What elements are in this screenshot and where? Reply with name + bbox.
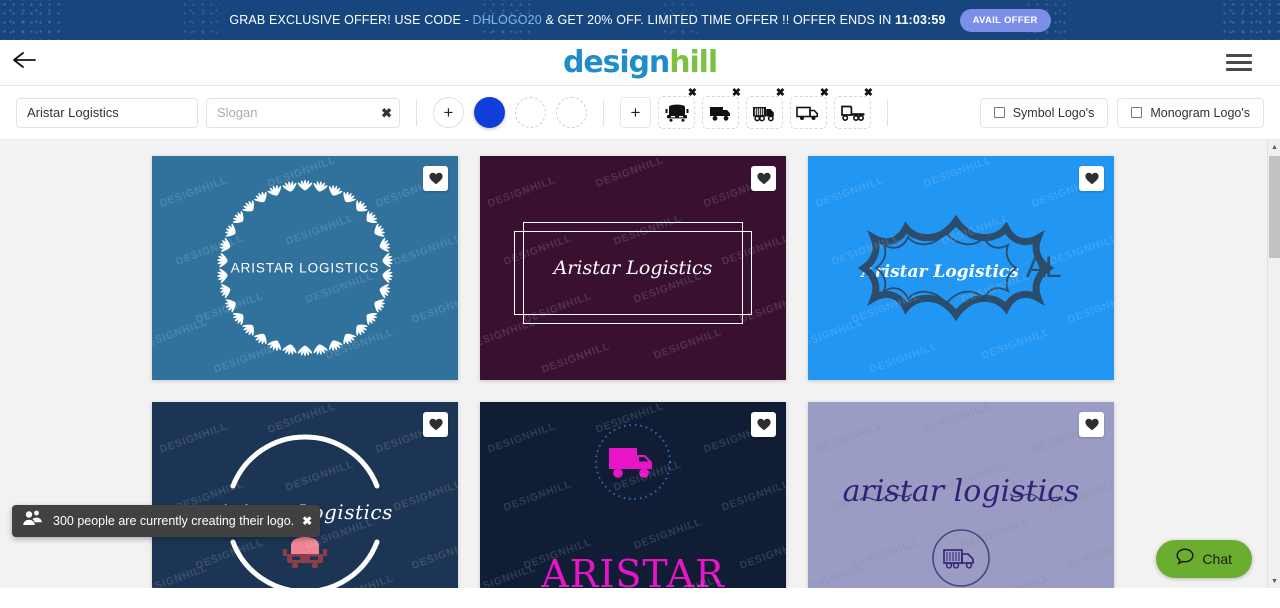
logo-card-1-text: ARISTAR LOGISTICS [230, 260, 380, 276]
activity-toast: 300 people are currently creating their … [12, 505, 321, 537]
favorite-button[interactable] [751, 412, 776, 437]
bus-icon [665, 103, 689, 123]
bus-logo-icon [282, 534, 328, 575]
scroll-down-icon[interactable]: ▼ [1268, 574, 1280, 588]
logo-card-1[interactable]: ARISTAR LOGISTICS DESIGNHILL DESIGNHILL … [152, 156, 458, 380]
hamburger-menu-icon[interactable] [1226, 50, 1252, 76]
color-swatch-secondary[interactable] [515, 97, 546, 128]
banner-dot-pattern [180, 0, 220, 40]
hamburger-bar [1226, 68, 1252, 71]
slogan-field-wrapper: ✖ [206, 97, 400, 128]
delivery-truck-icon [709, 104, 733, 122]
close-toast-icon[interactable]: ✖ [302, 515, 312, 527]
logo-card-2[interactable]: Aristar Logistics DESIGNHILL DESIGNHILL … [480, 156, 786, 380]
icon-chip-bus[interactable]: ✖ [658, 88, 697, 129]
icon-chip-flatbed-truck[interactable]: ✖ [834, 88, 873, 129]
remove-delivery-truck-icon[interactable]: ✖ [732, 88, 741, 99]
slogan-input[interactable] [206, 97, 400, 128]
arrow-left-icon [13, 51, 37, 74]
toolbar-divider [416, 99, 417, 126]
filter-symbol-logos[interactable]: Symbol Logo's [979, 97, 1109, 128]
favorite-button[interactable] [423, 412, 448, 437]
logo-artwork-frame: Aristar Logistics [480, 156, 786, 380]
toolbar-divider [887, 99, 888, 126]
back-button[interactable] [0, 40, 50, 86]
promo-text-before: GRAB EXCLUSIVE OFFER! USE CODE - [229, 13, 473, 27]
hamburger-bar [1226, 61, 1252, 64]
logo-card-4[interactable]: Aristar Logistics DESIGNHILL DESIGNHILL … [152, 402, 458, 588]
chat-button[interactable]: Chat [1156, 540, 1252, 578]
banner-dot-pattern [1220, 0, 1280, 40]
logo-filter-group: Symbol Logo's Monogram Logo's [979, 97, 1264, 128]
filter-symbol-logos-label: Symbol Logo's [1012, 105, 1095, 120]
heart-icon [1084, 172, 1099, 185]
filter-monogram-logos[interactable]: Monogram Logo's [1117, 97, 1264, 128]
logo-gallery: ARISTAR LOGISTICS DESIGNHILL DESIGNHILL … [0, 140, 1280, 588]
avail-offer-button[interactable]: AVAIL OFFER [959, 8, 1051, 32]
scroll-up-icon[interactable]: ▲ [1268, 140, 1280, 154]
toast-message: 300 people are currently creating their … [53, 514, 295, 528]
scrollbar-thumb[interactable] [1269, 156, 1280, 258]
checkbox-monogram-logos[interactable] [1131, 107, 1143, 118]
editor-toolbar: ✖ + + ✖ [0, 86, 1280, 140]
icon-chip-delivery-truck[interactable]: ✖ [702, 88, 741, 129]
add-icon-button[interactable]: + [620, 97, 651, 128]
chat-bubble-icon [1176, 548, 1194, 570]
heart-icon [428, 172, 443, 185]
logo-card-6[interactable]: aristar logistics DESIGNHILL DESIGNHILL … [808, 402, 1114, 588]
favorite-button[interactable] [1079, 412, 1104, 437]
box-truck-icon [796, 104, 821, 122]
logo-card-3[interactable]: Aristar Logistics AL DESIGNHILL DESIGNHI… [808, 156, 1114, 380]
toolbar-divider [603, 99, 604, 126]
people-group-icon [22, 510, 44, 532]
filter-monogram-logos-label: Monogram Logo's [1150, 105, 1250, 120]
logo-card-2-text: Aristar Logistics [553, 257, 713, 279]
brand-name-part1: design [562, 45, 670, 80]
logo-card-5[interactable]: ARISTAR LOGISTICS DESIGNHILL DESIGNHILL … [480, 402, 786, 588]
designhill-logo[interactable]: designhill [562, 45, 718, 80]
logo-card-5-textgroup: ARISTAR LOGISTICS [517, 551, 749, 588]
promo-countdown-timer: 11:03:59 [895, 13, 946, 27]
remove-bus-icon[interactable]: ✖ [688, 88, 697, 99]
cargo-truck-icon [752, 104, 777, 122]
page-scrollbar[interactable]: ▲ ▼ [1267, 140, 1280, 588]
heart-icon [1084, 418, 1099, 431]
remove-cargo-truck-icon[interactable]: ✖ [776, 88, 785, 99]
logo-artwork-dotted-truck [593, 422, 673, 507]
logo-card-5-text-line1: ARISTAR [541, 551, 725, 588]
chat-label: Chat [1202, 551, 1232, 567]
icon-chip-cargo-truck[interactable]: ✖ [746, 88, 785, 129]
ornate-badge-icon [857, 214, 1055, 322]
favorite-button[interactable] [751, 166, 776, 191]
favorite-button[interactable] [423, 166, 448, 191]
promo-code: DHLOGO20 [472, 13, 542, 27]
color-palette-group: + [433, 97, 587, 128]
heart-icon [428, 418, 443, 431]
add-color-button[interactable]: + [433, 97, 464, 128]
heart-icon [756, 418, 771, 431]
banner-dot-pattern [0, 0, 60, 40]
company-name-input[interactable] [16, 97, 198, 128]
checkbox-symbol-logos[interactable] [993, 107, 1005, 118]
promo-text-after: & GET 20% OFF. LIMITED TIME OFFER !! OFF… [541, 13, 896, 27]
favorite-button[interactable] [1079, 166, 1104, 191]
remove-flatbed-truck-icon[interactable]: ✖ [864, 88, 873, 99]
brand-name-part2: hill [669, 45, 718, 80]
clear-slogan-icon[interactable]: ✖ [381, 106, 392, 119]
promo-banner: GRAB EXCLUSIVE OFFER! USE CODE - DHLOGO2… [0, 0, 1280, 40]
remove-box-truck-icon[interactable]: ✖ [820, 88, 829, 99]
flatbed-truck-icon [840, 104, 866, 122]
icon-chip-box-truck[interactable]: ✖ [790, 88, 829, 129]
color-swatch-tertiary[interactable] [556, 97, 587, 128]
flourish-ornament-icon [859, 493, 1063, 502]
site-header: designhill [0, 40, 1280, 86]
icon-selection-group: + ✖ ✖ ✖ ✖ ✖ [620, 88, 873, 129]
promo-message: GRAB EXCLUSIVE OFFER! USE CODE - DHLOGO2… [229, 13, 945, 27]
truck-badge-icon [930, 527, 992, 588]
logo-artwork-badge [808, 156, 1114, 380]
heart-icon [756, 172, 771, 185]
color-swatch-primary[interactable] [474, 97, 505, 128]
hamburger-bar [1226, 54, 1252, 57]
